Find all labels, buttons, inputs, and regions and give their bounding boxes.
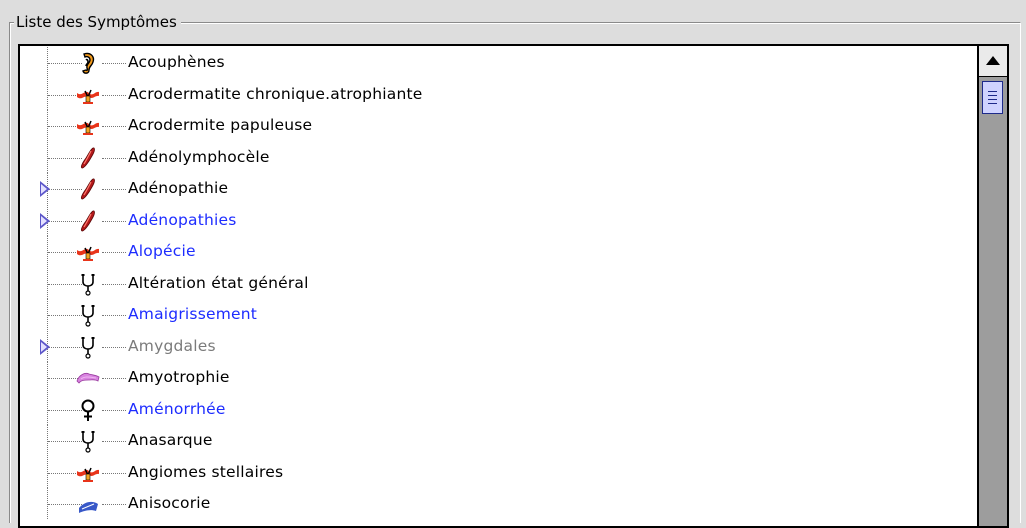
tree-branch-line	[102, 157, 126, 159]
disclosure-triangle-icon[interactable]	[40, 338, 50, 355]
list-item[interactable]: Anasarque	[20, 425, 977, 456]
tree-branch-line	[102, 346, 126, 348]
symptom-label: Anisocorie	[128, 494, 211, 512]
tree-branch-line	[102, 472, 126, 474]
stethoscope-icon	[76, 272, 100, 296]
tree-branch-line	[102, 378, 126, 379]
vertical-scrollbar[interactable]	[977, 46, 1007, 526]
lymph-vessel-icon	[76, 177, 100, 201]
list-item[interactable]: Amygdales	[20, 330, 977, 362]
tree-branch-line	[102, 189, 126, 190]
muscle-icon	[76, 366, 100, 390]
symptoms-list[interactable]: Acouphènes Acrodermatite chronique.atroph…	[20, 46, 977, 526]
disclosure-triangle-icon[interactable]	[40, 181, 50, 197]
symptoms-list-box: Acouphènes Acrodermatite chronique.atroph…	[18, 44, 1009, 528]
symptom-label: Altération état général	[128, 273, 309, 292]
skin-lesion-icon	[76, 114, 100, 138]
list-item[interactable]: Adénopathies	[20, 204, 977, 236]
symptom-label: Alopécie	[128, 242, 196, 260]
stethoscope-icon	[76, 335, 100, 359]
symptom-label: Acrodermite papuleuse	[128, 116, 313, 134]
list-item[interactable]: Altération état général	[20, 267, 977, 299]
list-item[interactable]: Amyotrophie	[20, 362, 977, 393]
female-symbol-icon	[76, 398, 100, 422]
list-item[interactable]: Adénopathie	[20, 173, 977, 204]
symptom-label: Amygdales	[128, 336, 216, 355]
symptom-label: Anasarque	[128, 431, 213, 449]
tree-branch-line	[102, 252, 126, 253]
stethoscope-icon	[76, 429, 100, 453]
tree-branch-line	[102, 504, 126, 505]
symptom-label: Angiomes stellaires	[128, 462, 284, 481]
symptom-label: Adénopathie	[128, 179, 229, 197]
disclosure-triangle-icon[interactable]	[40, 212, 50, 229]
symptom-label: Adénolymphocèle	[128, 147, 270, 166]
lymph-vessel-icon	[76, 146, 100, 170]
symptoms-group-title: Liste des Symptômes	[14, 13, 181, 31]
tree-branch-line	[102, 126, 126, 127]
symptom-label: Aménorrhée	[128, 399, 226, 418]
list-item[interactable]: Amaigrissement	[20, 299, 977, 330]
list-item[interactable]: Acrodermatite chronique.atrophiante	[20, 78, 977, 110]
list-item[interactable]: Angiomes stellaires	[20, 456, 977, 488]
list-item[interactable]: Alopécie	[20, 236, 977, 267]
tree-branch-line	[102, 63, 126, 64]
list-item[interactable]: Acouphènes	[20, 47, 977, 78]
list-item[interactable]: Acrodermite papuleuse	[20, 110, 977, 141]
eye-icon	[76, 492, 100, 516]
symptom-label: Amyotrophie	[128, 368, 230, 386]
tree-branch-line	[102, 220, 126, 222]
list-item[interactable]: Aménorrhée	[20, 393, 977, 425]
symptom-label: Acrodermatite chronique.atrophiante	[128, 84, 423, 103]
tree-branch-line	[102, 283, 126, 285]
skin-lesion-icon	[76, 83, 100, 107]
tree-branch-line	[102, 409, 126, 411]
list-item[interactable]: Adénolymphocèle	[20, 141, 977, 173]
symptom-label: Acouphènes	[128, 53, 225, 71]
tree-branch-line	[102, 94, 126, 96]
skin-lesion-icon	[76, 240, 100, 264]
stethoscope-icon	[76, 303, 100, 327]
lymph-vessel-icon	[76, 209, 100, 233]
ear-icon	[76, 51, 100, 75]
scroll-thumb[interactable]	[982, 81, 1003, 114]
tree-branch-line	[102, 315, 126, 316]
scroll-up-arrow-button[interactable]	[979, 46, 1007, 77]
symptom-label: Adénopathies	[128, 210, 237, 229]
list-item[interactable]: Anisocorie	[20, 488, 977, 519]
symptom-label: Amaigrissement	[128, 305, 258, 323]
skin-lesion-icon	[76, 461, 100, 485]
tree-branch-line	[102, 441, 126, 442]
